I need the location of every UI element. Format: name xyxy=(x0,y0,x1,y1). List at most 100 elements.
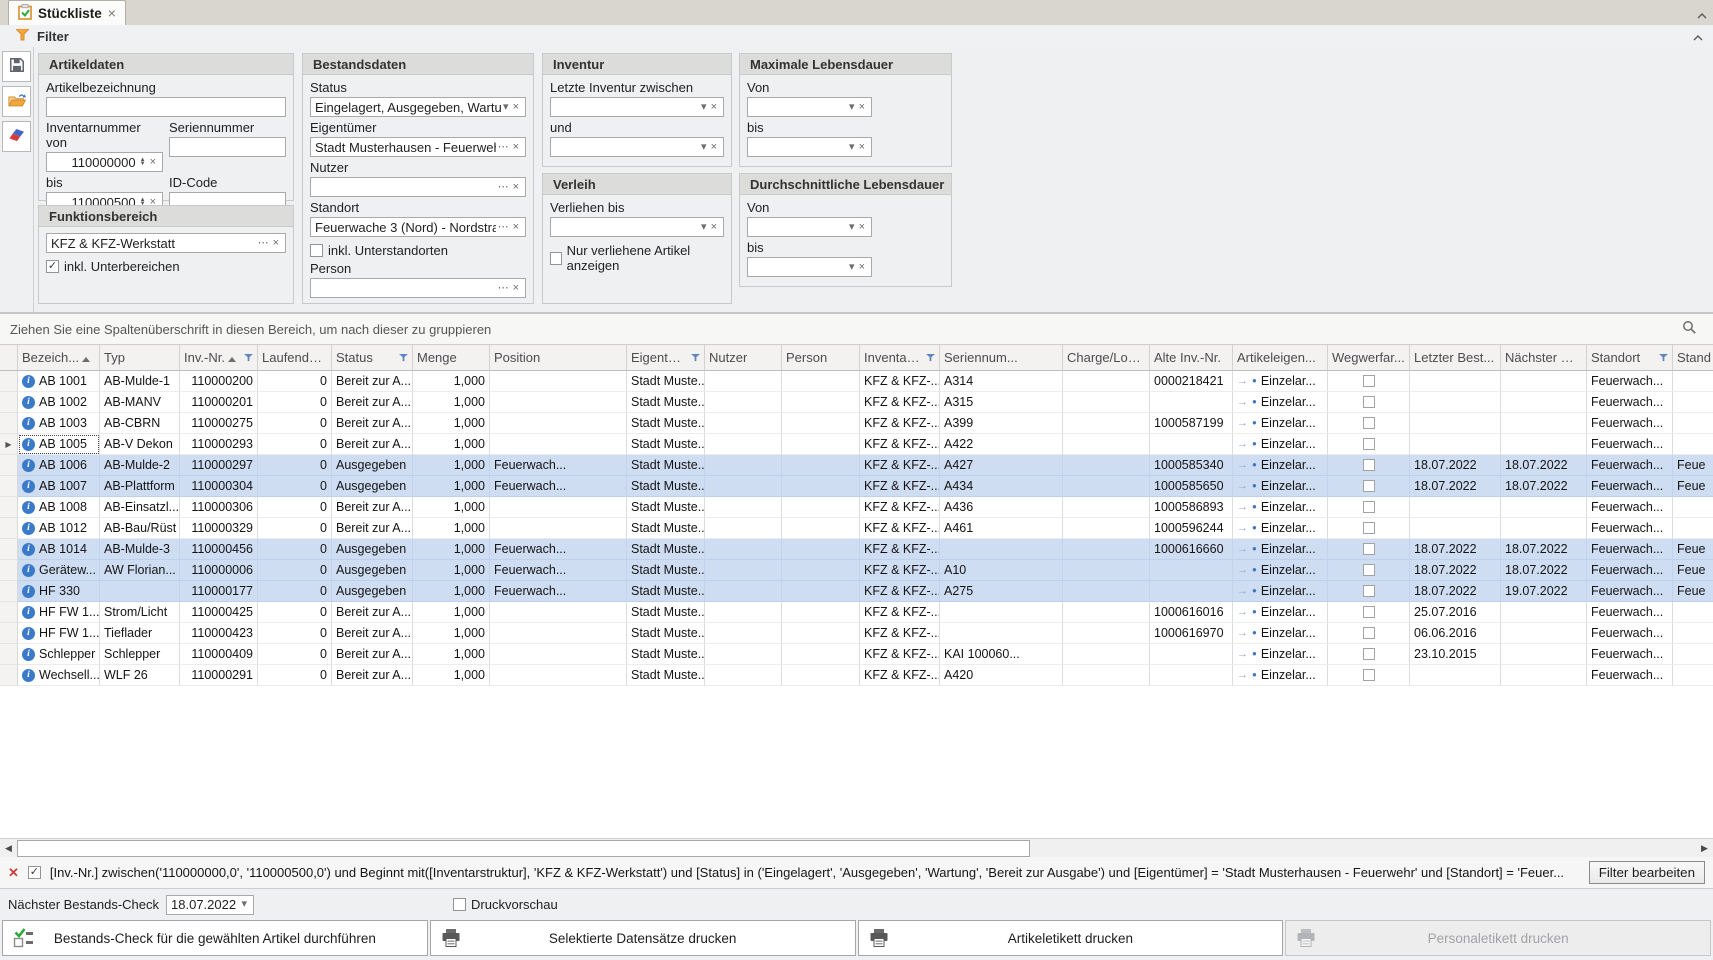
clear-icon[interactable]: × xyxy=(148,157,158,168)
ellipsis-icon[interactable]: ⋯ xyxy=(496,142,511,153)
wegwerfartikel-checkbox[interactable] xyxy=(1363,396,1375,408)
standort-input[interactable]: Feuerwache 3 (Nord) - Nordstraße 1 ⋯ × xyxy=(310,217,526,237)
status-dropdown[interactable]: Eingelagert, Ausgegeben, Wartun... ▾ × xyxy=(310,97,526,117)
info-icon[interactable]: i xyxy=(22,417,35,430)
column-header-standort2[interactable]: Stand xyxy=(1673,345,1713,371)
column-header-nutzer[interactable]: Nutzer xyxy=(705,345,782,371)
column-filter-icon[interactable] xyxy=(399,350,408,365)
info-icon[interactable]: i xyxy=(22,543,35,556)
nur-verliehene-checkbox[interactable]: Nur verliehene Artikel anzeigen xyxy=(550,243,724,273)
ellipsis-icon[interactable]: ⋯ xyxy=(496,182,511,193)
spinner-icon[interactable]: ▲▼ xyxy=(138,158,148,166)
wegwerfartikel-checkbox[interactable] xyxy=(1363,438,1375,450)
table-row[interactable]: iAB 1012AB-Bau/Rüst1100003290Bereit zur … xyxy=(0,518,1713,539)
clear-icon[interactable]: × xyxy=(511,142,521,153)
max-bis-dropdown[interactable]: ▾ × xyxy=(747,137,872,157)
filter-section-header[interactable]: Filter xyxy=(0,25,1713,48)
wegwerfartikel-checkbox[interactable] xyxy=(1363,648,1375,660)
wegwerfartikel-checkbox[interactable] xyxy=(1363,375,1375,387)
info-icon[interactable]: i xyxy=(22,375,35,388)
info-icon[interactable]: i xyxy=(22,627,35,640)
info-icon[interactable]: i xyxy=(22,396,35,409)
column-filter-icon[interactable] xyxy=(691,350,700,365)
info-icon[interactable]: i xyxy=(22,501,35,514)
clear-icon[interactable]: × xyxy=(511,283,521,294)
info-icon[interactable]: i xyxy=(22,648,35,661)
inventarnummer-von-input[interactable]: 110000000 ▲▼ × xyxy=(46,152,163,172)
clear-icon[interactable]: × xyxy=(511,102,521,113)
table-row[interactable]: iAB 1003AB-CBRN1100002750Bereit zur A...… xyxy=(0,413,1713,434)
table-row[interactable]: ▶iAB 1005AB-V Dekon1100002930Bereit zur … xyxy=(0,434,1713,455)
table-row[interactable]: iAB 1008AB-Einsatzl...1100003060Bereit z… xyxy=(0,497,1713,518)
scrollbar-thumb[interactable] xyxy=(17,840,1030,857)
table-row[interactable]: iHF FW 1...Strom/Licht1100004250Bereit z… xyxy=(0,602,1713,623)
clear-icon[interactable]: × xyxy=(511,222,521,233)
chevron-down-icon[interactable]: ▾ xyxy=(847,102,857,113)
column-header-charge[interactable]: Charge/Los... xyxy=(1063,345,1150,371)
column-header-bez[interactable]: Bezeich... xyxy=(18,345,100,371)
column-header-person[interactable]: Person xyxy=(782,345,860,371)
inventur-und-dropdown[interactable]: ▾ × xyxy=(550,137,724,157)
chevron-down-icon[interactable]: ▾ xyxy=(699,142,709,153)
print-selected-button[interactable]: Selektierte Datensätze drucken xyxy=(430,920,856,956)
clear-icon[interactable]: × xyxy=(271,238,281,249)
wegwerfartikel-checkbox[interactable] xyxy=(1363,627,1375,639)
wegwerfartikel-checkbox[interactable] xyxy=(1363,585,1375,597)
artikelbezeichnung-input[interactable] xyxy=(46,97,286,117)
chevron-down-icon[interactable]: ▾ xyxy=(699,222,709,233)
column-header-standort[interactable]: Standort xyxy=(1587,345,1673,371)
wegwerfartikel-checkbox[interactable] xyxy=(1363,564,1375,576)
tab-close-icon[interactable]: × xyxy=(108,6,116,20)
table-row[interactable]: iAB 1007AB-Plattform1100003040Ausgegeben… xyxy=(0,476,1713,497)
collapse-filter-icon[interactable] xyxy=(1693,29,1703,44)
durchschn-von-dropdown[interactable]: ▾ × xyxy=(747,217,872,237)
wegwerfartikel-checkbox[interactable] xyxy=(1363,543,1375,555)
nutzer-input[interactable]: ⋯ × xyxy=(310,177,526,197)
column-header-menge[interactable]: Menge xyxy=(413,345,490,371)
ellipsis-icon[interactable]: ⋯ xyxy=(496,283,511,294)
table-row[interactable]: iAB 1006AB-Mulde-21100002970Ausgegeben1,… xyxy=(0,455,1713,476)
info-icon[interactable]: i xyxy=(22,669,35,682)
chevron-down-icon[interactable]: ▾ xyxy=(239,899,249,910)
group-by-bar[interactable]: Ziehen Sie eine Spaltenüberschrift in di… xyxy=(0,314,1713,345)
table-row[interactable]: iGerätew...AW Florian...1100000060Ausgeg… xyxy=(0,560,1713,581)
clear-icon[interactable]: × xyxy=(857,262,867,273)
info-icon[interactable]: i xyxy=(22,438,35,451)
chevron-down-icon[interactable]: ▾ xyxy=(847,262,857,273)
info-icon[interactable]: i xyxy=(22,585,35,598)
tab-stueckliste[interactable]: Stückliste × xyxy=(8,0,126,25)
scroll-right-icon[interactable]: ▶ xyxy=(1696,839,1713,858)
wegwerfartikel-checkbox[interactable] xyxy=(1363,501,1375,513)
durchschn-bis-dropdown[interactable]: ▾ × xyxy=(747,257,872,277)
search-icon[interactable] xyxy=(1682,320,1697,338)
column-filter-icon[interactable] xyxy=(1659,350,1668,365)
table-row[interactable]: iHF FW 1...Tieflader1100004230Bereit zur… xyxy=(0,623,1713,644)
clear-icon[interactable]: × xyxy=(857,102,867,113)
save-filter-button[interactable] xyxy=(2,51,31,82)
clear-icon[interactable]: × xyxy=(857,222,867,233)
wegwerfartikel-checkbox[interactable] xyxy=(1363,669,1375,681)
load-filter-button[interactable] xyxy=(2,86,31,117)
info-icon[interactable]: i xyxy=(22,522,35,535)
column-filter-icon[interactable] xyxy=(244,350,253,365)
column-header-naechster[interactable]: Nächster Be... xyxy=(1501,345,1587,371)
column-header-letzter[interactable]: Letzter Best... xyxy=(1410,345,1501,371)
print-article-label-button[interactable]: Artikeletikett drucken xyxy=(858,920,1284,956)
info-icon[interactable]: i xyxy=(22,606,35,619)
column-header-eig[interactable]: Eigentümer xyxy=(627,345,705,371)
remove-filter-icon[interactable]: ✕ xyxy=(8,865,19,881)
letzte-inventur-dropdown[interactable]: ▾ × xyxy=(550,97,724,117)
clear-icon[interactable]: × xyxy=(709,102,719,113)
filter-active-checkbox[interactable]: ✓ xyxy=(28,866,41,879)
column-filter-icon[interactable] xyxy=(926,350,935,365)
info-icon[interactable]: i xyxy=(22,564,35,577)
chevron-up-icon[interactable] xyxy=(1697,7,1707,22)
next-check-date-dropdown[interactable]: 18.07.2022 ▾ xyxy=(166,895,254,915)
horizontal-scrollbar[interactable]: ◀ ▶ xyxy=(0,838,1713,858)
column-header-inv[interactable]: Inv.-Nr. xyxy=(180,345,258,371)
column-header-lfd[interactable]: Laufende Nr. xyxy=(258,345,332,371)
table-row[interactable]: iWechsell...WLF 261100002910Bereit zur A… xyxy=(0,665,1713,686)
print-person-label-button[interactable]: Personaletikett drucken xyxy=(1285,920,1711,956)
bestands-check-button[interactable]: Bestands-Check für die gewählten Artikel… xyxy=(2,920,428,956)
max-von-dropdown[interactable]: ▾ × xyxy=(747,97,872,117)
